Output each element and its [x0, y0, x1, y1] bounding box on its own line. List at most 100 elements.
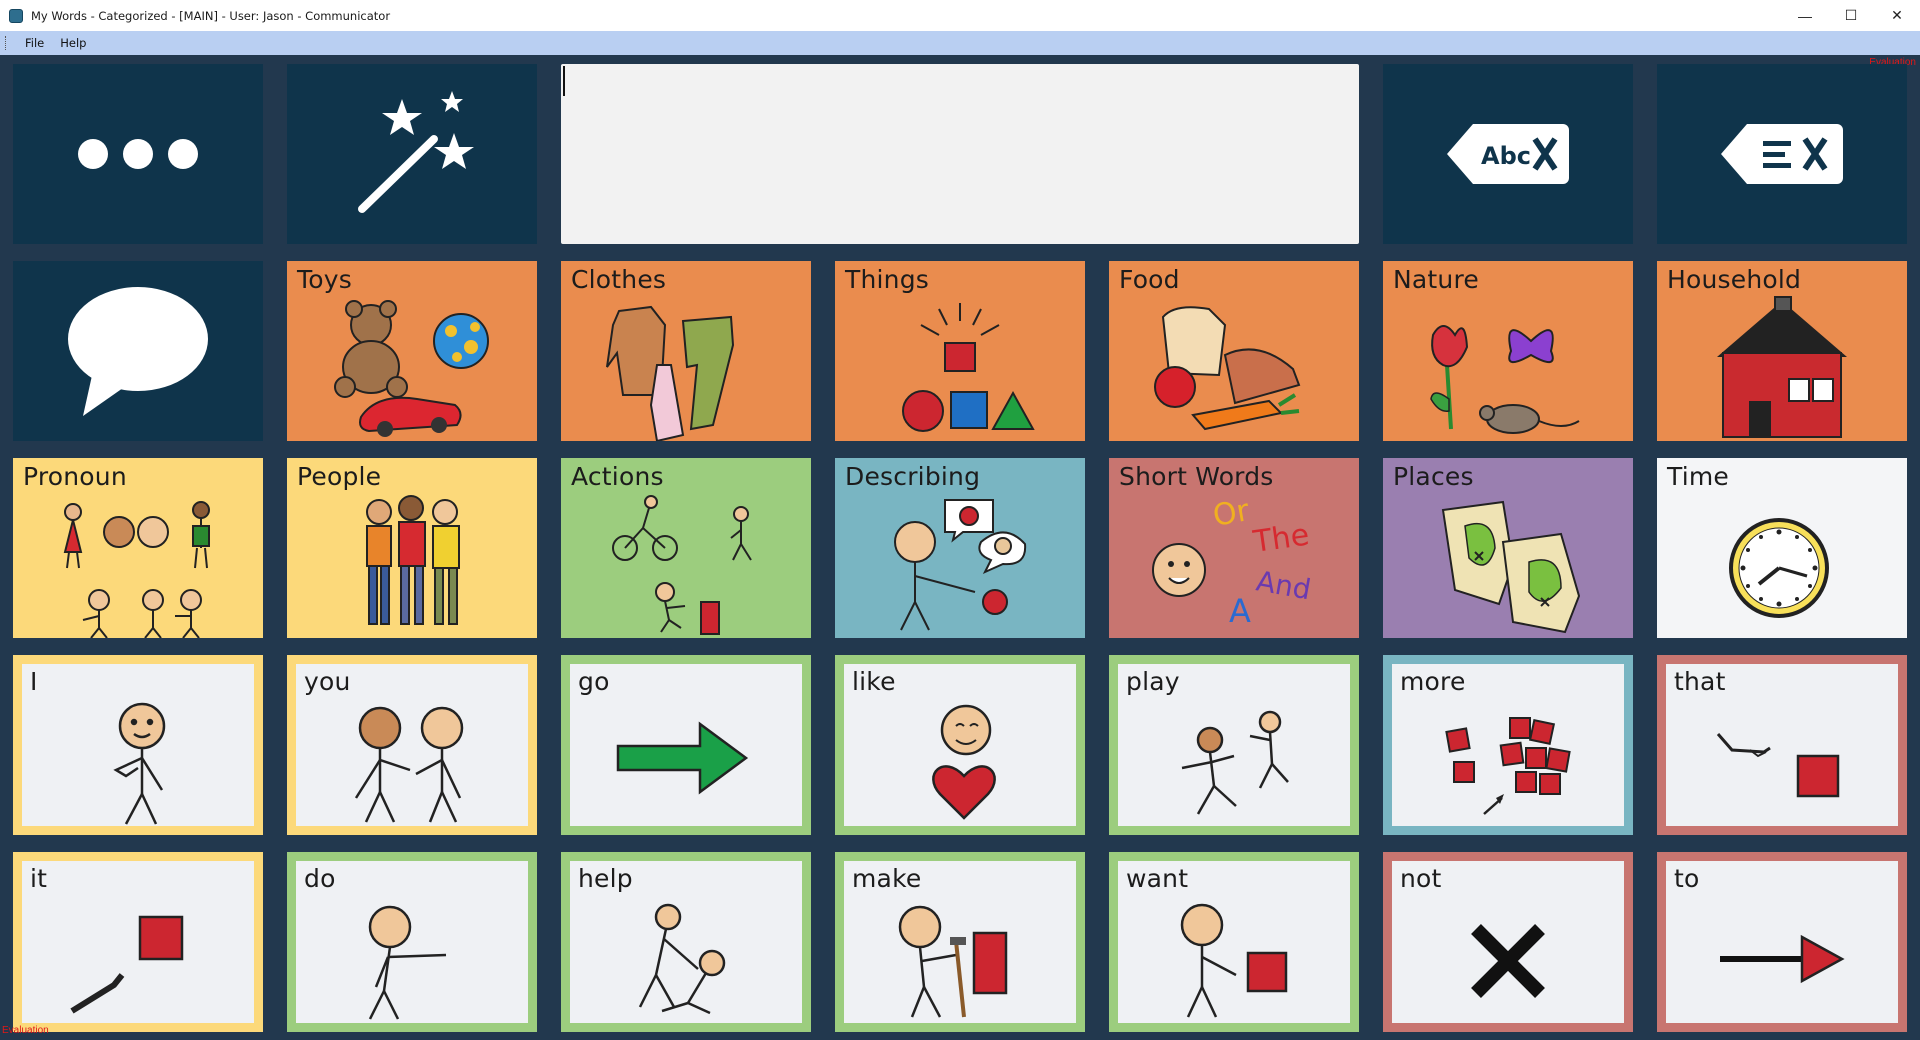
- category-label: Household: [1667, 265, 1802, 294]
- things-icon: [902, 303, 1035, 432]
- word-i[interactable]: I: [13, 655, 263, 835]
- word-more[interactable]: more: [1383, 655, 1633, 835]
- speak-button[interactable]: [13, 261, 263, 441]
- category-people[interactable]: People: [287, 458, 537, 638]
- category-label: People: [297, 462, 382, 491]
- category-label: Describing: [845, 462, 981, 491]
- category-food[interactable]: Food: [1109, 261, 1359, 441]
- word-like[interactable]: like: [835, 655, 1085, 835]
- category-household[interactable]: Household: [1657, 261, 1907, 441]
- evaluation-watermark-bottom: Evaluation: [2, 1025, 49, 1036]
- word-label: want: [1126, 864, 1189, 893]
- category-label: Toys: [297, 265, 352, 294]
- like-heart-icon: [932, 704, 996, 820]
- category-short-words[interactable]: Short Words Or The And A: [1109, 458, 1359, 638]
- category-toys[interactable]: Toys: [287, 261, 537, 441]
- short-words-icon: Or The And A: [1152, 493, 1314, 630]
- word-label: go: [578, 667, 610, 696]
- places-map-icon: [1441, 500, 1581, 634]
- word-want[interactable]: want: [1109, 852, 1359, 1032]
- category-things[interactable]: Things: [835, 261, 1085, 441]
- message-bar[interactable]: [561, 64, 1359, 244]
- actions-icon: [612, 495, 752, 635]
- describing-icon: [894, 499, 1027, 631]
- button-grid: Abc Toys Clothes Things Food Nature Hous…: [13, 64, 1908, 1039]
- word-that[interactable]: that: [1657, 655, 1907, 835]
- backspace-abc-icon: Abc: [1447, 124, 1569, 184]
- more-blocks-icon: [1445, 717, 1571, 815]
- magic-wand-button[interactable]: [287, 64, 537, 244]
- word-play[interactable]: play: [1109, 655, 1359, 835]
- word-label: help: [578, 864, 633, 893]
- art-word-and: And: [1254, 564, 1314, 606]
- category-label: Actions: [571, 462, 664, 491]
- not-x-icon: [1471, 924, 1545, 998]
- category-label: Things: [845, 265, 930, 294]
- do-icon: [368, 905, 447, 1020]
- house-icon: [1717, 296, 1847, 438]
- word-label: do: [304, 864, 336, 893]
- category-label: Food: [1119, 265, 1180, 294]
- menu-grip: [5, 36, 8, 50]
- word-go[interactable]: go: [561, 655, 811, 835]
- pronoun-icon: [63, 501, 210, 638]
- category-label: Clothes: [571, 265, 667, 294]
- word-label: play: [1126, 667, 1180, 696]
- clear-all-button[interactable]: [1657, 64, 1907, 244]
- people-icon: [366, 495, 460, 625]
- category-places[interactable]: Places: [1383, 458, 1633, 638]
- backspace-lines-icon: [1721, 124, 1843, 184]
- word-label: make: [852, 864, 922, 893]
- menu-bar: File Help: [0, 31, 1920, 55]
- category-clothes[interactable]: Clothes: [561, 261, 811, 441]
- menu-help[interactable]: Help: [52, 36, 94, 50]
- i-icon: [113, 702, 166, 825]
- minimize-button[interactable]: —: [1782, 0, 1828, 31]
- word-make[interactable]: make: [835, 852, 1085, 1032]
- category-label: Time: [1667, 462, 1729, 491]
- make-icon: [898, 905, 1008, 1018]
- speech-bubble-icon: [68, 287, 208, 416]
- clothes-icon: [606, 305, 735, 441]
- help-icon: [638, 903, 726, 1015]
- art-word-a: A: [1229, 592, 1251, 630]
- svg-text:Abc: Abc: [1481, 142, 1531, 170]
- it-pointing-icon: [70, 915, 184, 1014]
- word-you[interactable]: you: [287, 655, 537, 835]
- maximize-button[interactable]: ☐: [1828, 0, 1874, 31]
- clear-word-button[interactable]: Abc: [1383, 64, 1633, 244]
- category-describing[interactable]: Describing: [835, 458, 1085, 638]
- word-label: like: [852, 667, 896, 696]
- category-label: Short Words: [1119, 462, 1274, 491]
- menu-file[interactable]: File: [17, 36, 52, 50]
- word-do[interactable]: do: [287, 852, 537, 1032]
- nature-icon: [1430, 325, 1580, 434]
- word-label: I: [30, 667, 38, 696]
- more-options-button[interactable]: [13, 64, 263, 244]
- window-title: My Words - Categorized - [MAIN] - User: …: [31, 8, 391, 23]
- ellipsis-icon: [78, 139, 198, 169]
- that-pointing-icon: [1716, 733, 1840, 798]
- magic-wand-icon: [358, 91, 474, 213]
- art-word-or: Or: [1210, 493, 1252, 534]
- word-help[interactable]: help: [561, 852, 811, 1032]
- word-it[interactable]: it: [13, 852, 263, 1032]
- category-label: Nature: [1393, 265, 1479, 294]
- word-to[interactable]: to: [1657, 852, 1907, 1032]
- category-actions[interactable]: Actions: [561, 458, 811, 638]
- word-label: to: [1674, 864, 1700, 893]
- red-arrow-right-icon: [1720, 934, 1845, 984]
- title-bar: My Words - Categorized - [MAIN] - User: …: [0, 0, 1920, 31]
- word-not[interactable]: not: [1383, 852, 1633, 1032]
- food-icon: [1154, 306, 1301, 431]
- word-label: it: [30, 864, 48, 893]
- art-word-the: The: [1250, 517, 1311, 560]
- category-nature[interactable]: Nature: [1383, 261, 1633, 441]
- close-button[interactable]: ✕: [1874, 0, 1920, 31]
- category-time[interactable]: Time: [1657, 458, 1907, 638]
- category-pronoun[interactable]: Pronoun: [13, 458, 263, 638]
- text-caret: [563, 66, 565, 96]
- word-label: not: [1400, 864, 1442, 893]
- category-label: Pronoun: [23, 462, 127, 491]
- word-label: more: [1400, 667, 1466, 696]
